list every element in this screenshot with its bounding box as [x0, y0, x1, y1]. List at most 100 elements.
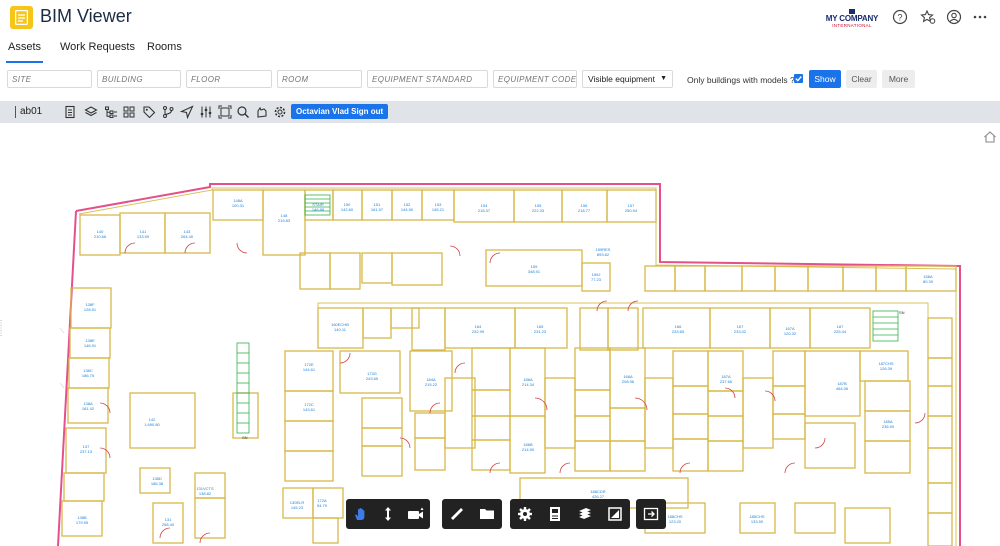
fullscreen-icon[interactable]	[606, 505, 624, 523]
room-area-label: 77.23	[591, 277, 602, 282]
room-area-label: 231.23	[534, 329, 547, 334]
filter-bar: Visible equipment ▼ Only buildings with …	[0, 68, 1000, 92]
room-area-label: 258.40	[162, 522, 175, 527]
gear-icon[interactable]	[273, 105, 287, 119]
visibility-select-value: Visible equipment	[588, 74, 655, 84]
room-area-label: 100.31	[232, 203, 245, 208]
room-area-label: 210.66	[94, 234, 107, 239]
settings-sliders-icon[interactable]	[199, 105, 213, 119]
favorites-icon[interactable]	[920, 9, 936, 25]
branch-icon[interactable]	[161, 105, 175, 119]
viewer-toolbar: ab01 Octavian Vlad Sign out	[0, 101, 1000, 123]
app-header: BIM Viewer MY COMPANY INTERNATIONAL ?	[0, 0, 1000, 34]
properties-icon[interactable]	[546, 505, 564, 523]
model-viewer[interactable]: SN SN 148A 100.31 148 219.83 STAIR 146.88 150 1…	[0, 123, 1000, 546]
visibility-select[interactable]: Visible equipment ▼	[582, 70, 673, 88]
floor-input[interactable]	[186, 70, 272, 88]
site-input[interactable]	[7, 70, 92, 88]
navigate-icon[interactable]	[180, 105, 194, 119]
room-area-label: 214.34	[522, 382, 535, 387]
measure-icon[interactable]	[448, 505, 466, 523]
document-icon	[15, 10, 28, 25]
app-logo[interactable]	[10, 6, 33, 29]
svg-text:?: ?	[897, 12, 902, 22]
sign-out-button[interactable]: Octavian Vlad Sign out	[291, 104, 389, 119]
room-area-label: 142.60	[341, 207, 354, 212]
more-button[interactable]: More	[882, 70, 915, 88]
tab-assets[interactable]: Assets	[5, 41, 44, 63]
only-models-checkbox[interactable]	[794, 74, 803, 83]
room-area-label: 233.65	[672, 329, 685, 334]
room-area-label: 80.39	[923, 279, 934, 284]
show-button[interactable]: Show	[809, 70, 841, 88]
room-area-label: 1,690.80	[144, 422, 160, 427]
room-area-label: 222.33	[532, 208, 545, 213]
home-icon[interactable]	[983, 130, 997, 144]
room-area-label: 179.95	[76, 520, 89, 525]
room-area-label: 143.61	[303, 407, 316, 412]
pan-icon[interactable]	[351, 505, 369, 523]
room-area-label: 232.99	[472, 329, 485, 334]
company-subtitle: INTERNATIONAL	[832, 23, 872, 28]
help-icon[interactable]: ?	[892, 9, 908, 25]
grid-icon[interactable]	[122, 105, 136, 119]
room-area-label: 218.77	[578, 208, 591, 213]
search-icon[interactable]	[236, 105, 250, 119]
sheets-icon[interactable]	[63, 105, 77, 119]
equipment-standard-input[interactable]	[367, 70, 488, 88]
room-area-label: 225.44	[834, 329, 847, 334]
tree-icon[interactable]	[104, 105, 118, 119]
only-models-label: Only buildings with models ?	[687, 75, 795, 85]
user-icon[interactable]	[946, 9, 962, 25]
export-icon[interactable]	[642, 505, 660, 523]
tab-work-requests[interactable]: Work Requests	[60, 41, 135, 53]
room-area-label: 133.59	[137, 234, 150, 239]
move-vertical-icon[interactable]	[379, 505, 397, 523]
room-area-label: 126.39	[880, 366, 893, 371]
room-area-label: 138.82	[199, 491, 212, 496]
room-area-label: 54.79	[317, 503, 328, 508]
check-icon	[795, 76, 802, 82]
room-area-label: 128.51	[84, 307, 97, 312]
company-logo: MY COMPANY INTERNATIONAL	[823, 8, 881, 29]
more-icon[interactable]	[972, 9, 988, 25]
model-name: ab01	[20, 106, 43, 117]
room-area-label: 186.75	[82, 373, 95, 378]
room-area-label: 215.22	[425, 382, 438, 387]
measure-tools	[442, 499, 502, 529]
navigation-tools	[346, 499, 430, 529]
room-area-label: 214.50	[522, 447, 535, 452]
room-area-label: 233.02	[734, 329, 747, 334]
equipment-code-input[interactable]	[493, 70, 577, 88]
tag-icon[interactable]	[142, 105, 156, 119]
camera-icon[interactable]	[407, 505, 425, 523]
room-area-label: 218.37	[478, 208, 491, 213]
room-area-label: 236.90	[882, 424, 895, 429]
app-title: BIM Viewer	[40, 6, 132, 26]
room-area-label: 145.23	[291, 505, 304, 510]
folder-icon[interactable]	[478, 505, 496, 523]
room-area-label: 120.32	[784, 331, 797, 336]
panel-handle-icon[interactable]	[0, 318, 5, 338]
building-input[interactable]	[97, 70, 181, 88]
layers-icon[interactable]	[84, 105, 98, 119]
tab-rooms[interactable]: Rooms	[147, 41, 182, 53]
room-area-label: 250.94	[625, 208, 638, 213]
room-area-label: 264.40	[181, 234, 194, 239]
settings-icon[interactable]	[516, 505, 534, 523]
hand-sign-icon[interactable]	[255, 105, 269, 119]
svg-text:SN: SN	[899, 310, 905, 315]
room-area-label: 237.13	[80, 449, 93, 454]
room-area-label: 208.96	[622, 379, 635, 384]
chevron-down-icon: ▼	[660, 75, 667, 82]
clear-button[interactable]: Clear	[846, 70, 877, 88]
layers-icon[interactable]	[576, 505, 594, 523]
floor-plan[interactable]: SN SN 148A100.31148219.83STAIR146.881501…	[0, 123, 1000, 546]
svg-text:SN: SN	[242, 435, 248, 440]
room-area-label: 133.50	[751, 519, 764, 524]
fit-icon[interactable]	[218, 105, 232, 119]
room-area-label: 186.38	[151, 481, 164, 486]
toolbar-divider	[15, 106, 16, 118]
room-input[interactable]	[277, 70, 362, 88]
room-area-label: 348.91	[528, 269, 541, 274]
